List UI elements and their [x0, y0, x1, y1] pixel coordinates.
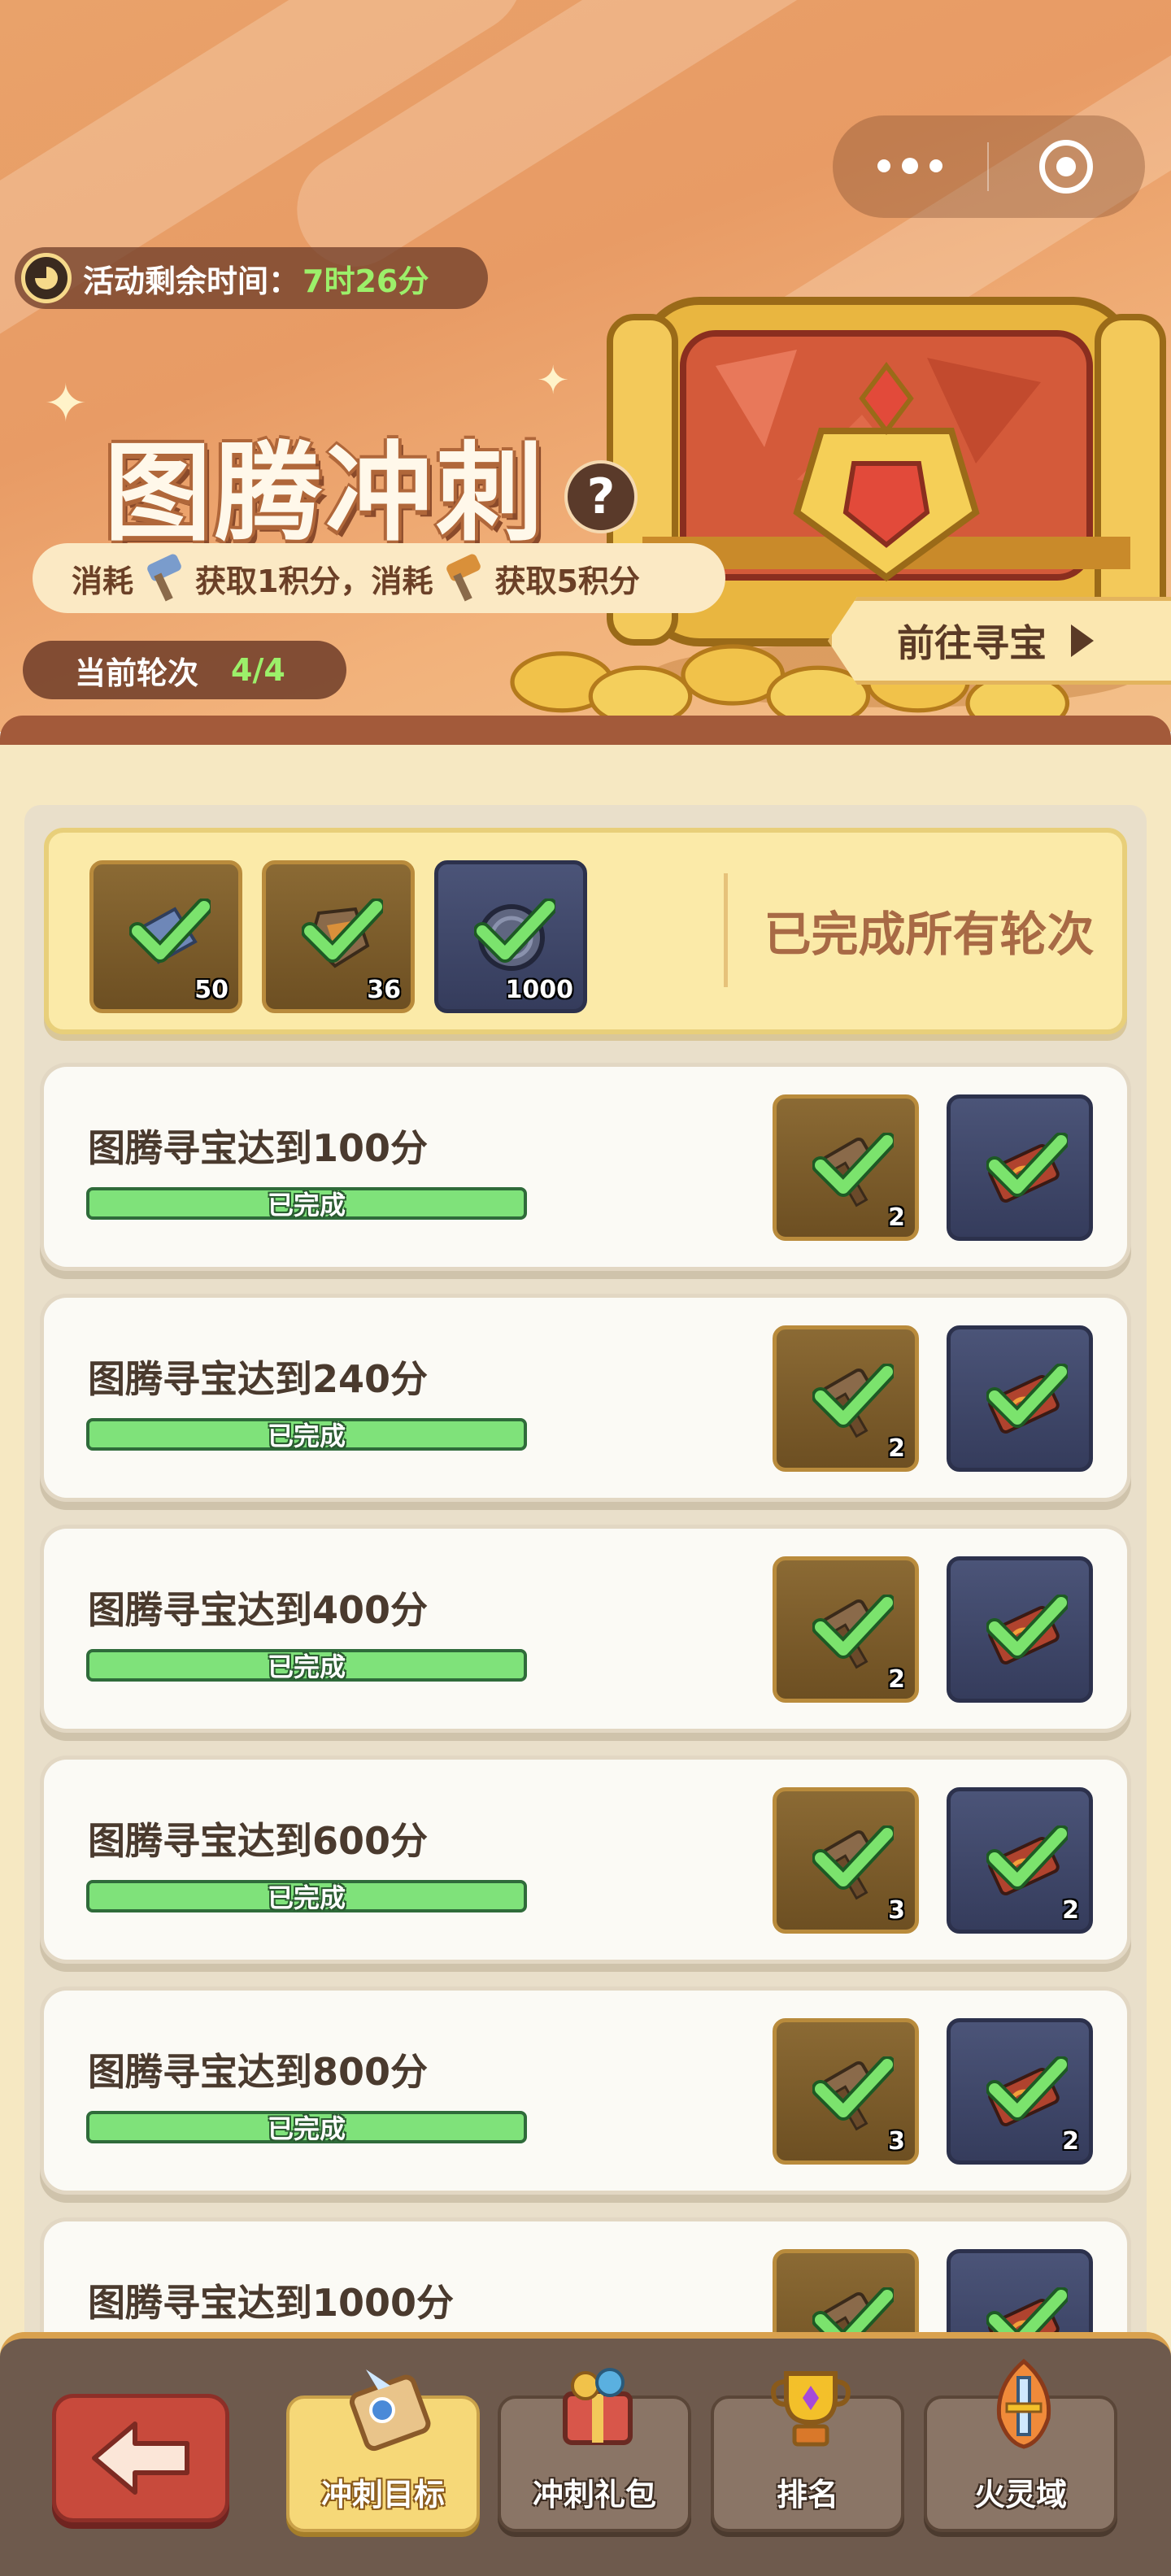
reward-qty: 2: [888, 1665, 905, 1694]
reward-slot[interactable]: [947, 1094, 1093, 1241]
check-icon: [986, 1364, 1068, 1428]
task-name: 图腾寻宝达到240分: [88, 1357, 429, 1401]
task-name: 图腾寻宝达到100分: [88, 1126, 429, 1170]
task-row: 图腾寻宝达到240分已完成 2: [44, 1298, 1127, 1498]
check-icon: [302, 899, 383, 963]
current-round: 当前轮次 4/4: [23, 641, 346, 699]
check-icon: [986, 1595, 1068, 1659]
timer-label: 活动剩余时间：: [83, 263, 300, 299]
goto-treasure-button[interactable]: 前往寻宝: [828, 597, 1171, 685]
trophy-icon: [771, 2371, 851, 2447]
more-menu-icon[interactable]: [833, 158, 987, 174]
back-arrow-icon: [92, 2422, 189, 2495]
event-timer: 活动剩余时间： 7时26分: [15, 247, 488, 309]
reward-slot[interactable]: 2: [773, 1094, 919, 1241]
reward-slot[interactable]: 2: [773, 1325, 919, 1472]
task-progress-bar: 已完成: [86, 1880, 527, 1913]
tab-sprint-goal[interactable]: 冲刺目标: [286, 2369, 480, 2532]
clock-icon: [21, 253, 72, 303]
task-status: 已完成: [267, 1651, 346, 1682]
tab-fire-realm[interactable]: 火灵域: [924, 2358, 1117, 2532]
points-rule: 消耗 获取1积分，消耗 获取5积分: [33, 543, 725, 613]
reward-slot[interactable]: 2: [947, 2018, 1093, 2165]
task-row: 图腾寻宝达到800分已完成 3 2: [44, 1991, 1127, 2191]
gold-hammer-icon: [439, 554, 488, 603]
check-icon: [986, 1825, 1068, 1890]
check-icon: [812, 1825, 894, 1890]
help-icon[interactable]: ?: [564, 460, 638, 533]
sparkle-icon: ✦: [44, 374, 88, 434]
round-summary-card: 50 36 1000 已完成所有轮次: [44, 828, 1127, 1034]
check-icon: [812, 1595, 894, 1659]
task-progress-bar: 已完成: [86, 1418, 527, 1451]
reward-slot[interactable]: 2: [947, 1787, 1093, 1934]
timer-value: 7时26分: [303, 263, 429, 299]
goto-treasure-label: 前往寻宝: [897, 621, 1047, 665]
check-icon: [812, 1364, 894, 1428]
task-progress-bar: 已完成: [86, 2111, 527, 2144]
task-name: 图腾寻宝达到1000分: [88, 2281, 455, 2325]
reward-slot[interactable]: 36: [262, 860, 415, 1013]
rule-text: 获取1积分，消耗: [195, 563, 433, 599]
all-rounds-complete-text: 已完成所有轮次: [724, 873, 1130, 987]
gift-icon: [563, 2368, 633, 2445]
check-icon: [474, 899, 555, 963]
reward-qty: 2: [888, 1203, 905, 1232]
reward-qty: 3: [888, 2127, 905, 2156]
task-row: 图腾寻宝达到600分已完成 3 2: [44, 1760, 1127, 1960]
round-value: 4/4: [231, 652, 285, 688]
task-name: 图腾寻宝达到400分: [88, 1588, 429, 1632]
reward-qty: 3: [888, 1896, 905, 1925]
reward-slot[interactable]: [947, 1325, 1093, 1472]
reward-qty: 2: [1062, 1896, 1079, 1925]
check-icon: [986, 2056, 1068, 2121]
task-name: 图腾寻宝达到800分: [88, 2050, 429, 2094]
back-button[interactable]: [52, 2394, 229, 2522]
reward-slot[interactable]: 2: [773, 1556, 919, 1703]
task-name: 图腾寻宝达到600分: [88, 1819, 429, 1863]
event-title: 图腾冲刺: [104, 431, 546, 556]
reward-slot[interactable]: 3: [773, 1787, 919, 1934]
reward-slot[interactable]: 1000: [434, 860, 587, 1013]
event-header: 活动剩余时间： 7时26分 ✦ ✦ 图腾冲刺 ? 消耗 获取1积分，消耗 获取5…: [0, 0, 1171, 732]
rule-text: 获取5积分: [494, 563, 640, 599]
tab-label: 冲刺礼包: [532, 2477, 656, 2513]
tab-sprint-gift[interactable]: 冲刺礼包: [498, 2368, 691, 2532]
reward-qty: 2: [1062, 2127, 1079, 2156]
task-progress-bar: 已完成: [86, 1187, 527, 1221]
play-arrow-icon: [1071, 624, 1094, 657]
check-icon: [986, 1133, 1068, 1197]
reward-qty: 1000: [505, 976, 574, 1004]
sparkle-icon: ✦: [537, 358, 570, 403]
round-label: 当前轮次: [75, 655, 199, 691]
reward-qty: 50: [194, 976, 229, 1004]
scroll-icon: [349, 2369, 431, 2452]
tab-label: 冲刺目标: [320, 2477, 445, 2513]
sword-icon: [996, 2358, 1051, 2449]
mini-program-capsule: [833, 115, 1145, 218]
reward-slot[interactable]: 3: [773, 2018, 919, 2165]
close-miniprogram-icon[interactable]: [989, 140, 1143, 194]
check-icon: [812, 2056, 894, 2121]
reward-qty: 36: [367, 976, 401, 1004]
blue-hammer-icon: [140, 554, 189, 603]
reward-slot[interactable]: 50: [89, 860, 242, 1013]
task-progress-bar: 已完成: [86, 1649, 527, 1682]
tab-label: 排名: [776, 2477, 838, 2513]
task-status: 已完成: [267, 2113, 346, 2144]
task-row: 图腾寻宝达到400分已完成 2: [44, 1529, 1127, 1729]
check-icon: [129, 899, 211, 963]
tab-label: 火灵域: [973, 2477, 1067, 2513]
reward-qty: 2: [888, 1434, 905, 1463]
rule-text: 消耗: [72, 563, 134, 599]
task-status: 已完成: [267, 1421, 346, 1451]
panel-border: [0, 716, 1171, 748]
task-status: 已完成: [267, 1882, 346, 1913]
tab-ranking[interactable]: 排名: [711, 2371, 904, 2532]
task-status: 已完成: [267, 1190, 346, 1221]
check-icon: [812, 1133, 894, 1197]
reward-slot[interactable]: [947, 1556, 1093, 1703]
task-row: 图腾寻宝达到100分已完成 2: [44, 1067, 1127, 1267]
